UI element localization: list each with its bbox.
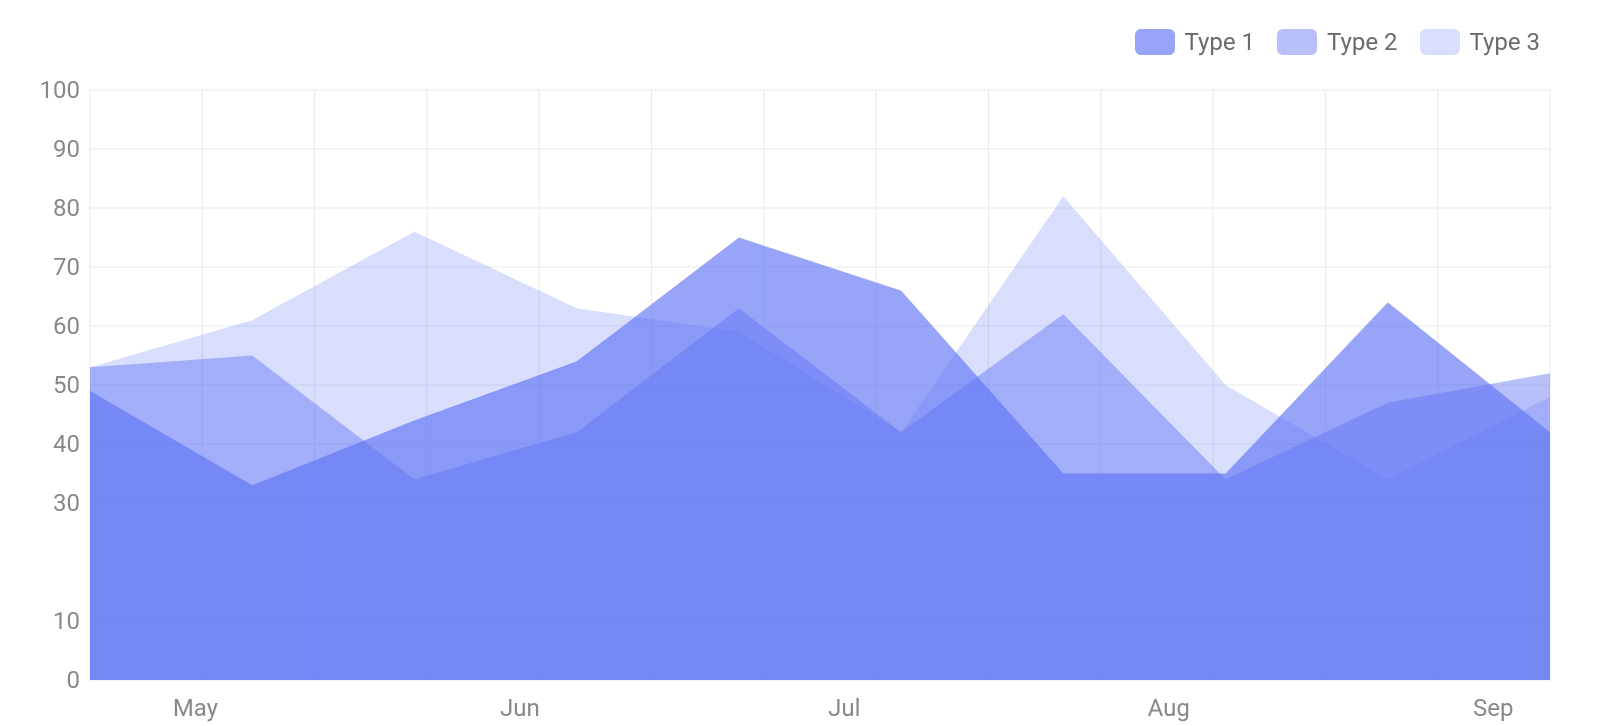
y-tick-label: 0	[20, 666, 80, 694]
y-tick-label: 90	[20, 135, 80, 163]
legend-swatch-type1	[1135, 29, 1175, 55]
legend-item-type1[interactable]: Type 1	[1135, 28, 1255, 56]
legend-swatch-type3	[1420, 29, 1460, 55]
y-tick-label: 30	[20, 489, 80, 517]
y-tick-label: 80	[20, 194, 80, 222]
legend: Type 1 Type 2 Type 3	[1135, 28, 1540, 56]
x-tick-label: Jul	[828, 694, 860, 722]
y-tick-label: 50	[20, 371, 80, 399]
legend-item-type2[interactable]: Type 2	[1277, 28, 1397, 56]
legend-swatch-type2	[1277, 29, 1317, 55]
y-tick-label: 60	[20, 312, 80, 340]
x-tick-label: May	[173, 694, 218, 722]
legend-item-type3[interactable]: Type 3	[1420, 28, 1540, 56]
plot-area: 01030405060708090100 MayJunJulAugSep	[90, 90, 1550, 680]
y-tick-label: 70	[20, 253, 80, 281]
y-tick-label: 100	[20, 76, 80, 104]
legend-label: Type 1	[1185, 28, 1255, 56]
y-tick-label: 40	[20, 430, 80, 458]
x-tick-label: Aug	[1148, 694, 1190, 722]
x-tick-label: Jun	[500, 694, 540, 722]
area-chart-svg	[90, 90, 1550, 680]
chart-page: Type 1 Type 2 Type 3 0103040506070809010…	[0, 0, 1600, 726]
legend-label: Type 3	[1470, 28, 1540, 56]
y-tick-label: 10	[20, 607, 80, 635]
x-tick-label: Sep	[1473, 694, 1513, 722]
legend-label: Type 2	[1327, 28, 1397, 56]
